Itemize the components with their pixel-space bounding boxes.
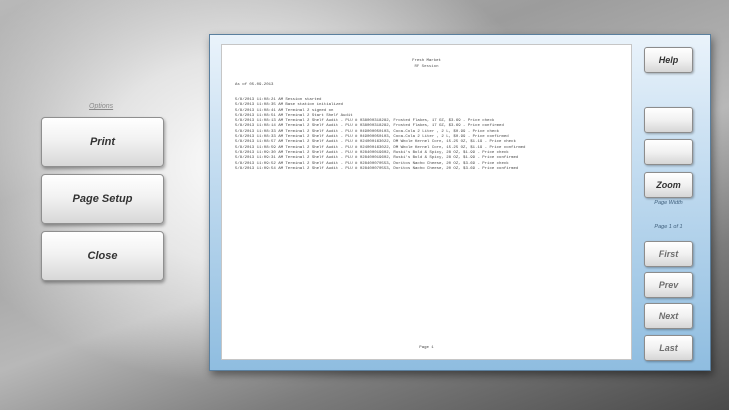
next-page-button-label: Next [658, 311, 679, 321]
print-button[interactable]: Print [41, 117, 164, 167]
page-indicator: Page 1 of 1 [654, 224, 683, 230]
close-button[interactable]: Close [41, 231, 164, 281]
report-subtitle: RF Session [414, 65, 439, 69]
report-as-of: As of 05-09-2013 [235, 83, 274, 87]
last-page-button[interactable]: Last [644, 335, 693, 361]
zoom-button[interactable]: Zoom [644, 172, 693, 198]
first-page-button[interactable]: First [644, 241, 693, 267]
next-page-button[interactable]: Next [644, 303, 693, 329]
help-button-label: Help [658, 55, 679, 65]
zoom-mode-label: Page Width [654, 200, 683, 206]
report-page-footer: Page 1 [419, 346, 434, 350]
page-setup-button[interactable]: Page Setup [41, 174, 164, 224]
first-page-button-label: First [658, 249, 679, 259]
report-log: 5/8/2013 11:08:21 AM Session started 5/8/… [235, 98, 525, 172]
print-button-label: Print [89, 136, 116, 148]
page-setup-button-label: Page Setup [72, 193, 133, 205]
prev-page-button[interactable]: Prev [644, 272, 693, 298]
blank-button-2[interactable] [644, 139, 693, 165]
report-log-line: 5/8/2013 11:08:57 AM Terminal 2 Shelf Au… [235, 140, 516, 145]
prev-page-button-label: Prev [658, 280, 679, 290]
blank-button-1[interactable] [644, 107, 693, 133]
report-page[interactable]: Fresh Market RF Session As of 05-09-2013… [221, 44, 632, 360]
help-button[interactable]: Help [644, 47, 693, 73]
zoom-button-label: Zoom [656, 180, 681, 190]
close-button-label: Close [87, 250, 118, 262]
last-page-button-label: Last [659, 343, 678, 353]
report-log-line: 5/8/2013 11:09:54 AM Terminal 2 Shelf Au… [235, 166, 519, 171]
report-log-line: 5/8/2013 11:08:14 AM Terminal 2 Shelf Au… [235, 124, 504, 129]
options-label: Options [89, 103, 114, 110]
report-log-line: 5/8/2013 11:09:31 AM Terminal 2 Shelf Au… [235, 156, 519, 161]
report-title: Fresh Market [412, 59, 441, 63]
